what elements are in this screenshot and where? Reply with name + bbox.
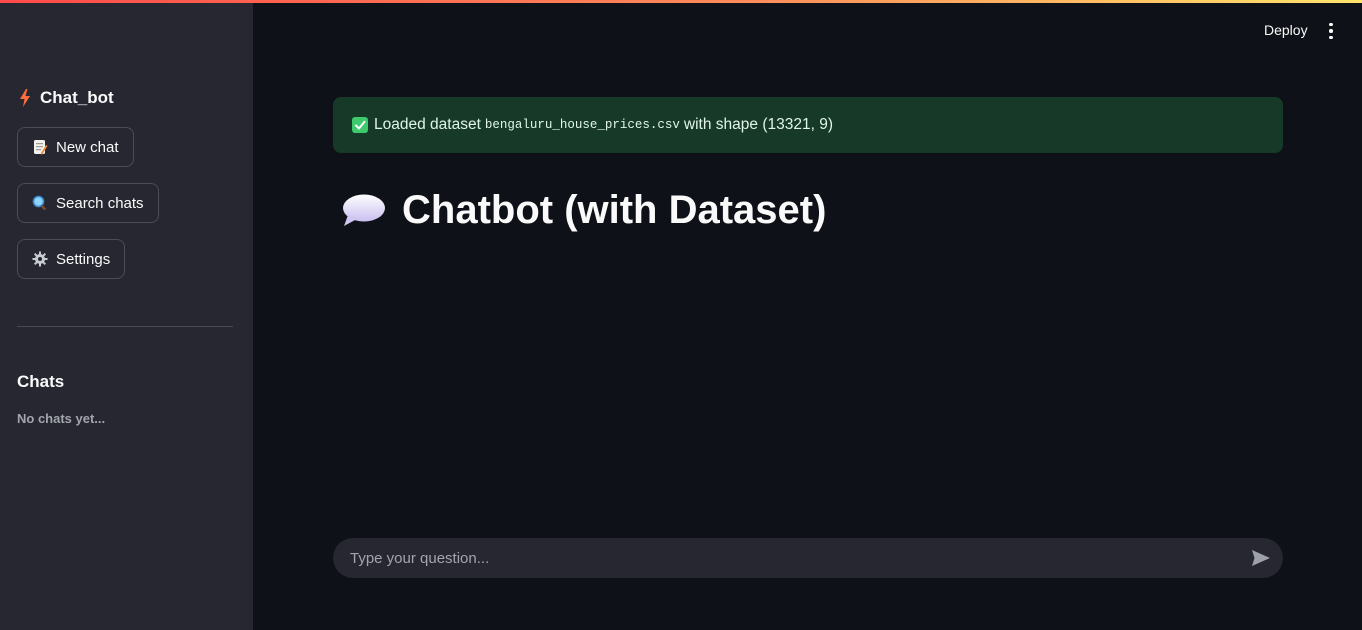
search-chats-label: Search chats [56,194,144,212]
success-alert: Loaded dataset bengaluru_house_prices.cs… [333,97,1283,153]
deploy-button[interactable]: Deploy [1256,20,1316,40]
chat-input-container [333,538,1283,578]
gear-icon [32,251,48,267]
new-chat-label: New chat [56,138,119,156]
settings-button[interactable]: Settings [17,239,126,279]
magnifier-icon [32,195,46,211]
page-title-text: Chatbot (with Dataset) [402,188,827,232]
alert-prefix: Loaded dataset [374,116,481,133]
chats-empty-message: No chats yet... [17,411,106,426]
lightning-bolt-icon [20,89,30,107]
chat-input[interactable] [333,538,1241,578]
alert-suffix: with shape (13321, 9) [683,116,833,133]
new-chat-button[interactable]: New chat [17,127,134,167]
sidebar: Chat_bot New chat Search chats Settings … [0,0,253,630]
top-decoration-bar [0,0,1362,3]
page-title: Chatbot (with Dataset) [340,188,826,233]
sidebar-divider [17,326,233,327]
kebab-menu-icon[interactable] [1322,21,1340,41]
memo-icon [34,140,48,155]
speech-bubble-icon [343,194,385,226]
sidebar-brand-label: Chat_bot [40,88,114,107]
search-chats-button[interactable]: Search chats [17,183,159,223]
sidebar-brand: Chat_bot [20,88,114,108]
alert-filename: bengaluru_house_prices.csv [484,118,680,132]
settings-label: Settings [56,250,111,268]
check-icon [352,117,368,133]
send-button[interactable] [1241,538,1281,578]
send-icon [1252,550,1270,566]
chats-heading: Chats [17,372,65,391]
